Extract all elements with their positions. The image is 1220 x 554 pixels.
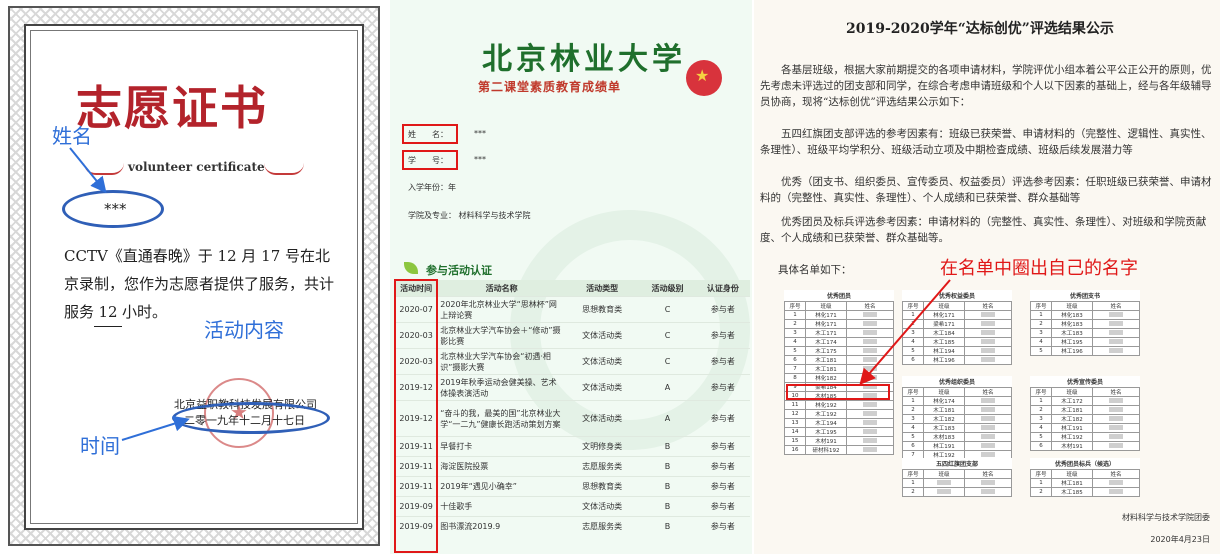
column-header: 活动类型 (564, 280, 640, 297)
volunteer-certificate-panel: 志愿证书 volunteer certificate 姓名 *** CCTV《直… (0, 0, 388, 554)
activity-level-cell: A (639, 400, 696, 437)
activity-type-cell: 文体活动类 (564, 496, 640, 517)
activity-level-cell: B (639, 436, 696, 457)
announcement-arrow (859, 279, 951, 386)
youth-league-badge-icon: ★ (686, 60, 722, 96)
table-row: 2020-07 2020年北京林业大学“思林杯”网上辩论赛 思想教育类 C 参与者 (394, 296, 750, 323)
identity-cell: 参与者 (695, 322, 750, 349)
activity-time-highlight (394, 279, 438, 553)
activity-level-cell: B (639, 496, 696, 517)
announcement-panel: 2019-2020学年“达标创优”评选结果公示 各基层班级，根据大家前期提交的各… (754, 0, 1220, 554)
table-row: 2019-09 图书漂流2019.9 志愿服务类 B 参与者 (394, 516, 750, 537)
activity-name-cell: 2019年“遇见小确幸” (438, 476, 565, 497)
activity-section-title: 参与活动认证 (426, 264, 492, 277)
activity-name-cell: 图书漂流2019.9 (438, 516, 565, 537)
leaf-icon (404, 262, 418, 274)
name-label: 姓 名： (408, 130, 448, 139)
id-value: *** (474, 155, 486, 164)
transcript-panel: 北京林业大学 第二课堂素质教育成绩单 ★ 姓 名： *** 学 号： *** 入… (390, 0, 752, 554)
id-label: 学 号： (408, 156, 448, 165)
activity-level-cell: B (639, 476, 696, 497)
table-row: 2019-11 早餐打卡 文明修身类 B 参与者 (394, 436, 750, 457)
identity-cell: 参与者 (695, 400, 750, 437)
activity-name-cell: “奋斗的我，最美的国”北京林业大学“一二九”健康长跑活动策划方案 (438, 400, 565, 437)
table-row: 2019-09 十佳歌手 文体活动类 B 参与者 (394, 496, 750, 517)
table-row: 2020-03 北京林业大学汽车协会＋“修动”摄影比赛 文体活动类 C 参与者 (394, 322, 750, 349)
table-row: 2020-03 北京林业大学汽车协会“初遇·相识”摄影大赛 文体活动类 C 参与者 (394, 348, 750, 375)
activity-type-cell: 文体活动类 (564, 374, 640, 401)
activity-level-cell: C (639, 348, 696, 375)
identity-cell: 参与者 (695, 496, 750, 517)
table-row: 2019-11 2019年“遇见小确幸” 思想教育类 B 参与者 (394, 476, 750, 497)
arrow-to-date (121, 415, 190, 441)
activity-name-cell: 北京林业大学汽车协会“初遇·相识”摄影大赛 (438, 348, 565, 375)
transcript-title: 第二课堂素质教育成绩单 (478, 80, 622, 94)
column-header: 认证身份 (695, 280, 750, 297)
table-header-row: 活动时间 活动名称 活动类型 活动级别 认证身份 (394, 280, 750, 297)
activity-level-cell: A (639, 374, 696, 401)
activity-type-cell: 文体活动类 (564, 400, 640, 437)
identity-cell: 参与者 (695, 476, 750, 497)
activity-level-cell: B (639, 456, 696, 477)
identity-cell: 参与者 (695, 374, 750, 401)
activity-level-cell: B (639, 516, 696, 537)
column-header: 活动名称 (438, 280, 565, 297)
arrow-to-name (69, 147, 107, 194)
column-header: 活动级别 (639, 280, 696, 297)
activity-type-cell: 思想教育类 (564, 296, 640, 323)
activity-table: 活动时间 活动名称 活动类型 活动级别 认证身份 2020-07 2020年北京林… (394, 280, 750, 537)
activity-name-cell: 2019年秋季运动会健美操、艺术体操表演活动 (438, 374, 565, 401)
table-row: 2019-12 2019年秋季运动会健美操、艺术体操表演活动 文体活动类 A 参与者 (394, 374, 750, 401)
identity-cell: 参与者 (695, 296, 750, 323)
announcement-footer: 材料科学与技术学院团委 (1122, 513, 1210, 522)
activity-level-cell: C (639, 322, 696, 349)
activity-type-cell: 思想教育类 (564, 476, 640, 497)
activity-name-cell: 2020年北京林业大学“思林杯”网上辩论赛 (438, 296, 565, 323)
announcement-date: 2020年4月23日 (1150, 535, 1210, 544)
name-value: *** (474, 129, 486, 138)
activity-type-cell: 文明修身类 (564, 436, 640, 457)
table-row: 2019-11 海淀医院投票 志愿服务类 B 参与者 (394, 456, 750, 477)
identity-cell: 参与者 (695, 436, 750, 457)
activity-name-cell: 海淀医院投票 (438, 456, 565, 477)
activity-level-cell: C (639, 296, 696, 323)
activity-type-cell: 文体活动类 (564, 322, 640, 349)
activity-type-cell: 志愿服务类 (564, 516, 640, 537)
activity-type-cell: 文体活动类 (564, 348, 640, 375)
activity-name-cell: 十佳歌手 (438, 496, 565, 517)
university-name: 北京林业大学 (482, 42, 686, 77)
identity-cell: 参与者 (695, 516, 750, 537)
identity-cell: 参与者 (695, 456, 750, 477)
activity-name-cell: 早餐打卡 (438, 436, 565, 457)
college-major: 学院及专业： 材料科学与技术学院 (408, 211, 531, 220)
identity-cell: 参与者 (695, 348, 750, 375)
activity-name-cell: 北京林业大学汽车协会＋“修动”摄影比赛 (438, 322, 565, 349)
activity-type-cell: 志愿服务类 (564, 456, 640, 477)
enrollment-year: 入学年份：年 (408, 183, 456, 192)
arrow-to-name (859, 279, 951, 386)
table-row: 2019-12 “奋斗的我，最美的国”北京林业大学“一二九”健康长跑活动策划方案文… (394, 400, 750, 437)
annotation-arrows (69, 147, 190, 441)
